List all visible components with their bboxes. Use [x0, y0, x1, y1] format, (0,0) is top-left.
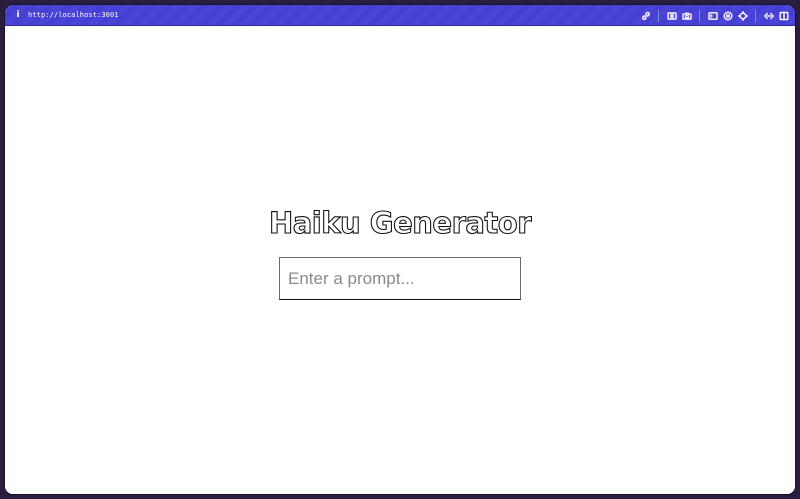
page-content: Haiku Generator [5, 27, 795, 494]
page-title: Haiku Generator [268, 205, 532, 240]
toolbar-actions [638, 5, 791, 26]
info-icon[interactable]: i [12, 5, 24, 26]
link-icon[interactable] [639, 9, 653, 23]
sidebar-icon[interactable] [777, 9, 791, 23]
code-icon[interactable] [762, 9, 776, 23]
screenshot-icon[interactable] [665, 9, 679, 23]
address-url[interactable]: http://localhost:3001 [28, 5, 119, 26]
terminal-icon[interactable] [706, 9, 720, 23]
globe-icon[interactable] [721, 9, 735, 23]
camera-icon[interactable] [680, 9, 694, 23]
browser-window: i http://localhost:3001 Haiku Generator … [5, 5, 795, 494]
toolbar-divider [699, 9, 700, 22]
toolbar-divider [755, 9, 756, 22]
prompt-input[interactable] [279, 257, 521, 300]
browser-toolbar: i http://localhost:3001 [5, 5, 795, 26]
toolbar-divider [658, 9, 659, 22]
crosshair-icon[interactable] [736, 9, 750, 23]
